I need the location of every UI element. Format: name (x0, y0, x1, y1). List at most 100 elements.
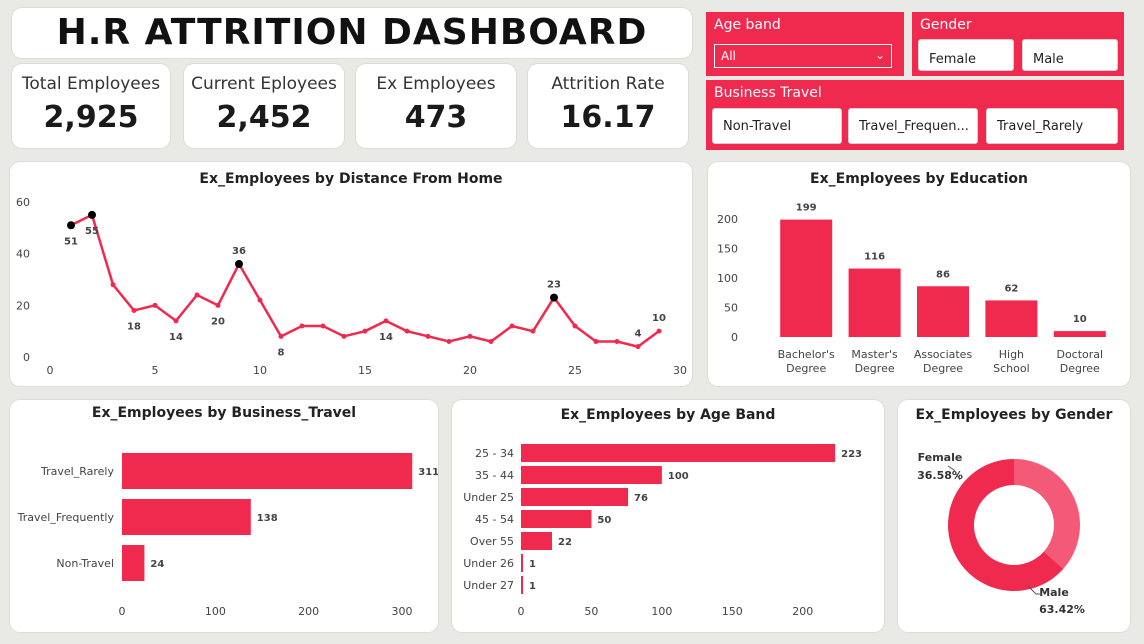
data-point (215, 302, 221, 308)
slicer-title: Business Travel (714, 85, 822, 101)
donut-slice (1014, 459, 1080, 569)
data-label: 1 (529, 581, 536, 592)
kpi-value: 2,925 (43, 100, 139, 135)
bar (521, 488, 629, 506)
slice-label: Male (1039, 586, 1069, 599)
data-label: 86 (936, 269, 950, 280)
travel-option-non-travel[interactable]: Non-Travel (712, 108, 842, 144)
kpi-value: 473 (404, 100, 468, 135)
business-travel-slicer: Business Travel Non-Travel Travel_Freque… (706, 80, 1124, 150)
distance-line-chart: 0 20 40 60 0 5 10 15 20 25 30 51 55 18 14 20 36 8 14 23 4 10 (16, 196, 687, 377)
x-tick-label: 150 (722, 605, 743, 618)
x-tick-label: 0 (119, 605, 126, 618)
slicer-title: Gender (920, 17, 972, 33)
category-label: Over 55 (470, 535, 514, 548)
data-label: 116 (864, 252, 885, 263)
kpi-value: 16.17 (560, 100, 656, 135)
category-label: Under 27 (463, 579, 514, 592)
bar (985, 300, 1038, 337)
data-point (383, 318, 389, 324)
bar (122, 453, 413, 489)
data-point (488, 339, 494, 344)
data-point (572, 323, 578, 329)
series-line (70, 213, 660, 349)
bar (521, 444, 836, 462)
travel-option-travel-rarely[interactable]: Travel_Rarely (986, 108, 1118, 144)
x-tick-label: 15 (358, 364, 372, 377)
x-tick-label: 0 (518, 605, 525, 618)
category-label: School (993, 362, 1030, 375)
bar (122, 545, 145, 581)
gender-option-male[interactable]: Male (1022, 39, 1118, 71)
data-label: 14 (379, 332, 393, 343)
distance-chart-card: Ex_Employees by Distance From Home 0 20 40… (10, 162, 692, 386)
category-label: Under 25 (463, 491, 514, 504)
kpi-ex-employees: Ex Employees 473 (356, 64, 516, 148)
data-label: 22 (558, 537, 572, 548)
data-point (110, 282, 116, 288)
bar (848, 268, 901, 337)
kpi-value: 2,452 (216, 100, 312, 135)
data-point (257, 297, 263, 303)
data-point (467, 333, 473, 339)
category-label: 35 - 44 (475, 469, 514, 482)
category-label: Master's (851, 348, 898, 361)
data-point (635, 344, 641, 350)
bar (780, 219, 833, 337)
data-label: 1 (529, 559, 536, 570)
y-tick-label: 0 (23, 351, 30, 364)
data-point (425, 333, 431, 339)
gender-slicer: Gender Female Male (912, 12, 1124, 76)
data-point (509, 323, 515, 329)
bar (521, 466, 662, 484)
bar (521, 532, 552, 550)
data-label: 10 (652, 313, 666, 324)
category-label: Degree (1060, 362, 1100, 375)
category-label: Doctoral (1056, 348, 1103, 361)
category-label: Bachelor's (778, 348, 835, 361)
bar (521, 510, 592, 528)
education-chart-card: Ex_Employees by Education 0 50 100 150 200 19… (708, 162, 1130, 386)
age-band-bar-chart: 25 - 34 223 35 - 44 100 Under 25 76 45 - 54 50 O… (463, 444, 862, 618)
data-point (131, 308, 137, 313)
y-tick-label: 100 (717, 272, 738, 285)
x-tick-label: 5 (152, 364, 159, 377)
bar (1053, 331, 1106, 337)
dropdown-value: All (721, 49, 736, 63)
data-point (446, 339, 452, 344)
gender-option-female[interactable]: Female (918, 39, 1014, 71)
data-point (362, 328, 368, 334)
bar (122, 499, 251, 535)
travel-option-travel-frequently[interactable]: Travel_Frequen... (848, 108, 978, 144)
x-tick-label: 10 (253, 364, 267, 377)
x-tick-label: 25 (568, 364, 582, 377)
age-band-dropdown[interactable]: All ⌄ (714, 44, 892, 68)
gender-donut-chart: Female 36.58% Male 63.42% (917, 451, 1085, 616)
kpi-label: Total Employees (21, 74, 161, 94)
data-label: 24 (150, 559, 164, 570)
data-point (299, 323, 305, 329)
x-tick-label: 0 (47, 364, 54, 377)
category-label: Travel_Frequently (17, 511, 115, 524)
title-card: H.R ATTRITION DASHBOARD (12, 8, 692, 58)
kpi-attrition-rate: Attrition Rate 16.17 (528, 64, 688, 148)
data-label: 51 (64, 236, 78, 247)
data-point (656, 328, 662, 334)
data-point (593, 339, 599, 344)
category-label: Travel_Rarely (40, 465, 114, 478)
data-label: 76 (634, 493, 648, 504)
dashboard-title: H.R ATTRITION DASHBOARD (56, 12, 648, 53)
x-tick-label: 30 (673, 364, 687, 377)
data-label: 50 (597, 515, 611, 526)
kpi-current-employees: Current Eployees 2,452 (184, 64, 344, 148)
data-label: 199 (796, 203, 817, 214)
category-label: 25 - 34 (475, 447, 514, 460)
category-label: Degree (923, 362, 963, 375)
data-label: 14 (169, 332, 183, 343)
bar (521, 576, 523, 594)
data-label: 10 (1073, 314, 1087, 325)
data-point (404, 328, 410, 334)
category-label: High (999, 348, 1024, 361)
x-tick-label: 300 (392, 605, 413, 618)
category-label: Degree (786, 362, 826, 375)
